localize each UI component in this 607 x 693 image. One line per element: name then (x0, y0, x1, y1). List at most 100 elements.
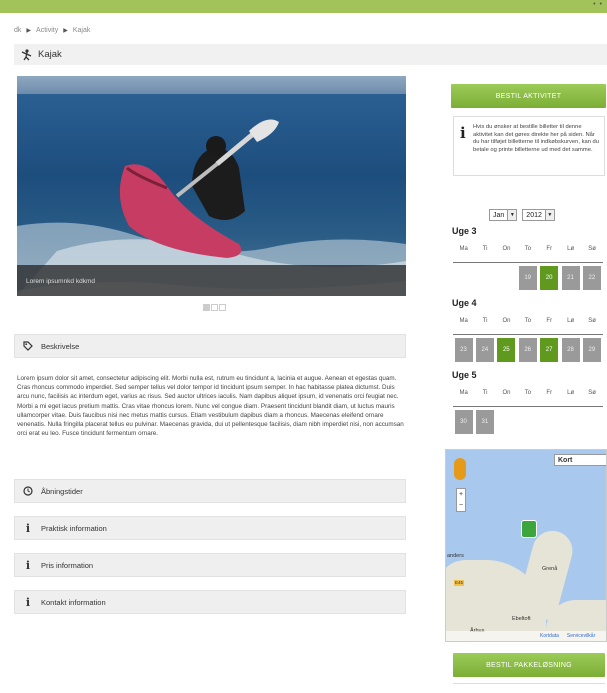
calendar-day[interactable]: 29 (582, 338, 601, 362)
day-name: Fr (546, 318, 553, 324)
day-name: On (502, 390, 511, 396)
day-name: On (502, 246, 511, 252)
page-title-bar: Kajak (14, 44, 607, 65)
clock-icon (23, 486, 33, 496)
calendar-day[interactable]: 31 (475, 410, 494, 434)
section-opening-label: Åbningstider (41, 486, 83, 496)
info-icon: i (460, 124, 466, 142)
day-name: Lø (567, 246, 575, 252)
description-text: Lorem ipsum dolor sit amet, consectetur … (17, 375, 404, 438)
day-name: Ma (459, 318, 468, 324)
available-day[interactable]: 20 (540, 266, 559, 290)
info-icon: i (25, 595, 31, 609)
zoom-control[interactable]: + − (456, 488, 466, 512)
section-practical-header[interactable]: i Praktisk information (14, 516, 406, 540)
info-icon: i (25, 558, 31, 572)
map-terms-link[interactable]: Servicevilkår (567, 633, 595, 639)
map-label: Ebeltoft (512, 616, 531, 622)
section-description-header[interactable]: Beskrivelse (14, 334, 406, 358)
paddler-icon (21, 48, 32, 60)
book-activity-button[interactable]: BESTIL AKTIVITET (451, 84, 606, 108)
breadcrumb-separator-icon: ▶ (63, 28, 68, 34)
breadcrumb-separator-icon: ▶ (26, 28, 32, 34)
map-footer: Kortdata Servicevilkår (446, 631, 606, 641)
book-package-button[interactable]: BESTIL PAKKELØSNING (453, 653, 605, 677)
month-select[interactable]: Jan ▼ (489, 209, 518, 221)
section-opening-header[interactable]: Åbningstider (14, 479, 406, 503)
day-name: To (524, 390, 532, 396)
breadcrumb-item-activity[interactable]: Activity (36, 27, 58, 34)
calendar-day[interactable]: 19 (518, 266, 537, 290)
week-title: Uge 3 (452, 226, 477, 236)
day-name: Lø (567, 390, 575, 396)
day-name: To (524, 318, 532, 324)
day-name: Sø (588, 318, 596, 324)
section-contact-header[interactable]: i Kontakt information (14, 590, 406, 614)
year-select-value: 2012 (526, 211, 542, 219)
section-contact-label: Kontakt information (41, 597, 106, 607)
breadcrumb-item-current: Kajak (72, 27, 91, 34)
map-marker-icon[interactable] (521, 520, 537, 538)
week-title: Uge 4 (452, 298, 477, 308)
kayaker-illustration (17, 119, 406, 296)
road-badge: E45 (454, 580, 465, 586)
chevron-down-icon: ▼ (507, 210, 517, 220)
week-title: Uge 5 (452, 370, 477, 380)
hero-image: Lorem ipsumnkd kdkmd (17, 76, 406, 296)
day-name: Fr (546, 390, 553, 396)
available-day[interactable]: 25 (497, 338, 516, 362)
calendar-day[interactable]: 21 (561, 266, 580, 290)
calendar-day[interactable]: 26 (518, 338, 537, 362)
pager-dot[interactable] (219, 304, 226, 311)
section-description-label: Beskrivelse (41, 341, 80, 351)
section-price-header[interactable]: i Pris information (14, 553, 406, 577)
month-select-value: Jan (493, 211, 505, 219)
day-names-row: Ma Ti On To Fr Lø Sø (453, 318, 603, 324)
day-name: Fr (546, 246, 553, 252)
day-name: Ti (482, 318, 488, 324)
available-day[interactable]: 27 (540, 338, 559, 362)
top-green-bar (0, 0, 607, 13)
chevron-down-icon: ▼ (544, 210, 554, 220)
map-data-link[interactable]: Kortdata (540, 633, 559, 639)
booking-info-box: i Hvis du ønsker at bestille billetter t… (453, 116, 605, 176)
day-name: Ma (459, 246, 468, 252)
map-type-select[interactable]: Kort (554, 454, 606, 466)
package-panel-edge (453, 683, 605, 693)
menu-dots-icon[interactable]: • • (593, 1, 603, 8)
section-price-label: Pris information (41, 560, 94, 570)
map-label: Grenå (542, 566, 558, 572)
week-divider (453, 334, 603, 335)
map-type-value: Kort (558, 457, 573, 464)
day-name: To (524, 246, 532, 252)
day-name: Ti (482, 390, 488, 396)
calendar-day[interactable]: 28 (561, 338, 580, 362)
calendar-day[interactable]: 23 (454, 338, 473, 362)
date-selects: Jan ▼ 2012 ▼ (489, 209, 555, 221)
week-divider (453, 262, 603, 263)
year-select[interactable]: 2012 ▼ (522, 209, 555, 221)
day-name: Sø (588, 246, 596, 252)
breadcrumb-item-home[interactable]: dk (14, 27, 21, 34)
breadcrumb: dk ▶ Activity ▶ Kajak (14, 27, 90, 34)
calendar-day[interactable]: 22 (582, 266, 601, 290)
booking-info-text: Hvis du ønsker at bestille billetter til… (473, 124, 599, 153)
week-divider (453, 406, 603, 407)
slide-pager (203, 304, 226, 311)
day-names-row: Ma Ti On To Fr Lø Sø (453, 390, 603, 396)
tag-icon (23, 341, 33, 351)
day-name: Sø (588, 390, 596, 396)
calendar-day[interactable]: 30 (454, 410, 473, 434)
location-map[interactable]: +− Kort anders Grenå Ebeltoft Århus E45 … (445, 449, 607, 642)
pager-dot[interactable] (211, 304, 218, 311)
info-icon: i (25, 521, 31, 535)
calendar-day[interactable]: 24 (475, 338, 494, 362)
day-name: On (502, 318, 511, 324)
day-name: Ma (459, 390, 468, 396)
page-title: Kajak (38, 49, 62, 60)
map-label: anders (447, 553, 464, 559)
day-name: Lø (567, 318, 575, 324)
pager-dot-active[interactable] (203, 304, 210, 311)
street-view-pegman-icon[interactable] (454, 458, 466, 480)
section-practical-label: Praktisk information (41, 523, 107, 533)
